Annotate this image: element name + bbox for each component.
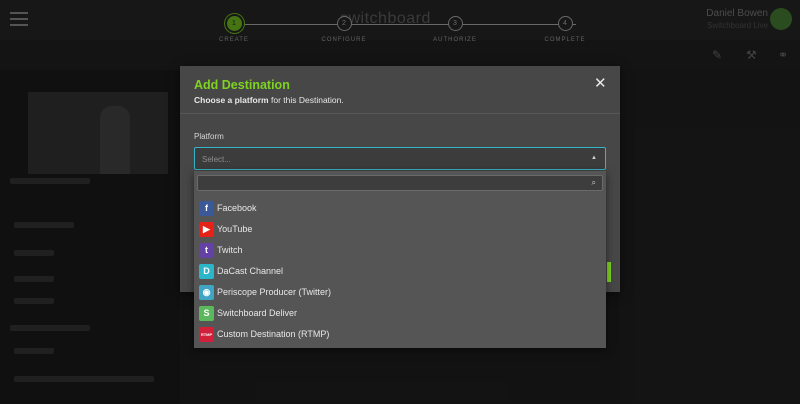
- dacast-icon: D: [199, 264, 214, 279]
- platform-label: Facebook: [217, 203, 257, 213]
- platform-label: YouTube: [217, 224, 253, 234]
- dropdown-search[interactable]: ⌕: [197, 175, 603, 191]
- platform-label: Twitch: [217, 245, 243, 255]
- platform-option[interactable]: f Facebook: [194, 198, 606, 219]
- platform-option[interactable]: RTMP Custom Destination (RTMP): [194, 324, 606, 345]
- modal-header: Add Destination Choose a platform for th…: [180, 66, 620, 114]
- platform-option[interactable]: ▶ YouTube: [194, 219, 606, 240]
- switchboard-icon: S: [199, 306, 214, 321]
- select-placeholder: Select...: [202, 155, 231, 164]
- platform-option[interactable]: ◉ Periscope Producer (Twitter): [194, 282, 606, 303]
- search-icon: ⌕: [591, 178, 596, 187]
- periscope-icon: ◉: [199, 285, 214, 300]
- platform-option[interactable]: S Switchboard Deliver: [194, 303, 606, 324]
- platform-label: Periscope Producer (Twitter): [217, 287, 332, 297]
- platform-option[interactable]: D DaCast Channel: [194, 261, 606, 282]
- next-button-edge[interactable]: [607, 262, 611, 282]
- modal-subtitle: Choose a platform for this Destination.: [194, 95, 344, 105]
- rtmp-icon: RTMP: [199, 327, 214, 342]
- close-icon[interactable]: ✕: [594, 76, 607, 91]
- search-input[interactable]: [202, 177, 582, 189]
- caret-up-icon: ▲: [591, 155, 597, 161]
- platform-list: f Facebook ▶ YouTube t Twitch D DaCast Channel ◉…: [194, 198, 606, 345]
- platform-select[interactable]: Select... ▲: [194, 147, 606, 170]
- platform-label: Switchboard Deliver: [217, 308, 298, 318]
- platform-option[interactable]: t Twitch: [194, 240, 606, 261]
- twitch-icon: t: [199, 243, 214, 258]
- facebook-icon: f: [199, 201, 214, 216]
- modal-title: Add Destination: [194, 78, 290, 92]
- platform-label: Platform: [194, 132, 224, 141]
- platform-label: Custom Destination (RTMP): [217, 329, 330, 339]
- platform-label: DaCast Channel: [217, 266, 284, 276]
- app-page: switchboard Daniel Bowen Switchboard Liv…: [0, 0, 800, 404]
- platform-dropdown: ⌕ f Facebook ▶ YouTube t Twitch D DaCast Channe…: [194, 171, 606, 348]
- youtube-icon: ▶: [199, 222, 214, 237]
